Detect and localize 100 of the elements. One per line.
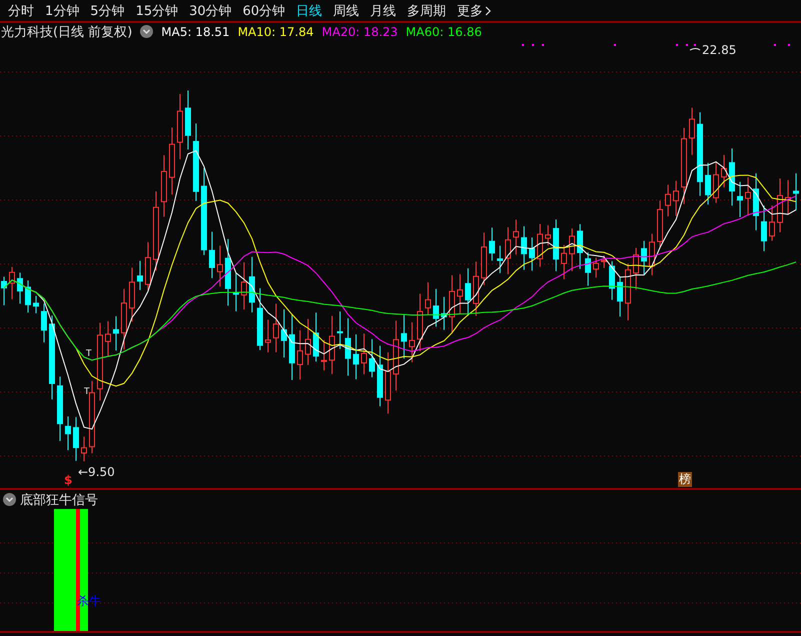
candlestick xyxy=(305,318,311,366)
candlestick xyxy=(313,312,319,362)
low-price-label: ←9.50 xyxy=(78,465,115,479)
candlestick xyxy=(9,266,15,300)
candlestick xyxy=(529,237,535,272)
candlestick xyxy=(417,293,423,352)
candlestick xyxy=(273,303,279,353)
candlestick xyxy=(721,154,727,188)
candlestick xyxy=(265,319,271,353)
candlestick xyxy=(505,226,511,275)
period-tab[interactable]: 更多 xyxy=(453,2,496,20)
candlestick xyxy=(465,268,471,316)
period-tab[interactable]: 多周期 xyxy=(403,2,450,20)
candlestick xyxy=(321,339,327,371)
candlestick xyxy=(737,181,743,218)
period-tab[interactable]: 月线 xyxy=(366,2,400,20)
candlestick xyxy=(745,176,751,216)
candlestick xyxy=(217,245,223,288)
candlestick xyxy=(249,256,255,313)
period-tab[interactable]: 分时 xyxy=(4,2,38,20)
moving-average-value: MA10: 17.84 xyxy=(238,24,314,38)
period-tab[interactable]: 1分钟 xyxy=(41,2,84,20)
candlestick xyxy=(377,345,383,407)
moving-average-value: MA60: 16.86 xyxy=(406,24,482,38)
candlestick xyxy=(601,254,607,269)
candlestick xyxy=(369,338,375,378)
candlestick xyxy=(441,296,447,330)
period-tab[interactable]: 日线 xyxy=(292,2,326,20)
candlestick xyxy=(409,322,415,363)
candlestick xyxy=(25,280,31,313)
candlestick xyxy=(729,148,735,206)
candlestick xyxy=(145,242,151,291)
candlestick xyxy=(289,314,295,380)
candlestick xyxy=(777,178,783,233)
candlestick xyxy=(385,352,391,414)
candlestick xyxy=(129,267,135,322)
candlestick xyxy=(569,228,575,272)
candlestick xyxy=(473,261,479,316)
candlestick xyxy=(593,257,599,278)
candlestick xyxy=(705,162,711,205)
candlestick xyxy=(233,272,239,312)
rank-badge: 榜 xyxy=(678,472,692,487)
candlestick xyxy=(257,288,263,351)
indicator-title: 底部狂牛信号 xyxy=(20,492,98,508)
candlestick xyxy=(553,219,559,272)
candlestick xyxy=(329,315,335,375)
period-tab[interactable]: 60分钟 xyxy=(238,2,290,20)
candlestick xyxy=(17,272,23,304)
candlestick xyxy=(241,262,247,310)
candlestick xyxy=(657,200,663,248)
candlestick xyxy=(137,260,143,291)
candlestick xyxy=(449,274,455,334)
period-tab[interactable]: 周线 xyxy=(329,2,364,20)
candlestick xyxy=(433,288,439,328)
candlestick xyxy=(121,288,127,350)
stock-title: 光力科技(日线 前复权) xyxy=(1,24,132,40)
t-marker: T xyxy=(84,387,90,397)
collapse-icon[interactable] xyxy=(140,25,154,38)
candlestick xyxy=(57,376,63,442)
candlestick xyxy=(337,310,343,350)
candlestick xyxy=(185,90,191,150)
candlestick xyxy=(689,107,695,156)
candlestick xyxy=(609,260,615,300)
candlestick xyxy=(105,320,111,358)
candlestick xyxy=(713,161,719,204)
candlestick xyxy=(673,180,679,216)
period-tab[interactable]: 30分钟 xyxy=(185,2,236,20)
chevron-icon xyxy=(485,6,492,16)
candlestick xyxy=(785,180,791,215)
candlestick xyxy=(665,184,671,217)
candlestick xyxy=(545,224,551,246)
candlestick xyxy=(641,240,647,276)
period-tab[interactable]: 15分钟 xyxy=(132,2,182,20)
candlestick xyxy=(753,172,759,231)
moving-average-value: MA20: 18.23 xyxy=(322,24,398,38)
candlestick xyxy=(585,252,591,286)
candlestick xyxy=(169,126,175,196)
candlestick xyxy=(577,224,583,270)
candlestick xyxy=(633,247,639,290)
candlestick xyxy=(177,93,183,160)
candlestick xyxy=(761,205,767,252)
leader-line xyxy=(690,48,700,50)
moving-average-value: MA5: 18.51 xyxy=(161,24,230,38)
candlestick xyxy=(1,276,7,306)
candlestick xyxy=(281,308,287,358)
candlestick xyxy=(393,320,399,392)
candlestick xyxy=(41,303,47,343)
candlestick xyxy=(425,282,431,316)
candlestick xyxy=(617,276,623,318)
candlestick xyxy=(113,316,119,351)
candlestick xyxy=(33,295,39,314)
candlestick xyxy=(649,233,655,276)
candlestick xyxy=(65,416,71,451)
signal-mark: $ xyxy=(64,473,72,487)
collapse-icon[interactable] xyxy=(3,493,16,506)
candlestick xyxy=(561,244,567,280)
period-tab[interactable]: 5分钟 xyxy=(86,2,129,20)
candlestick xyxy=(161,154,167,218)
candlestick xyxy=(521,226,527,270)
candlestick xyxy=(209,231,215,279)
